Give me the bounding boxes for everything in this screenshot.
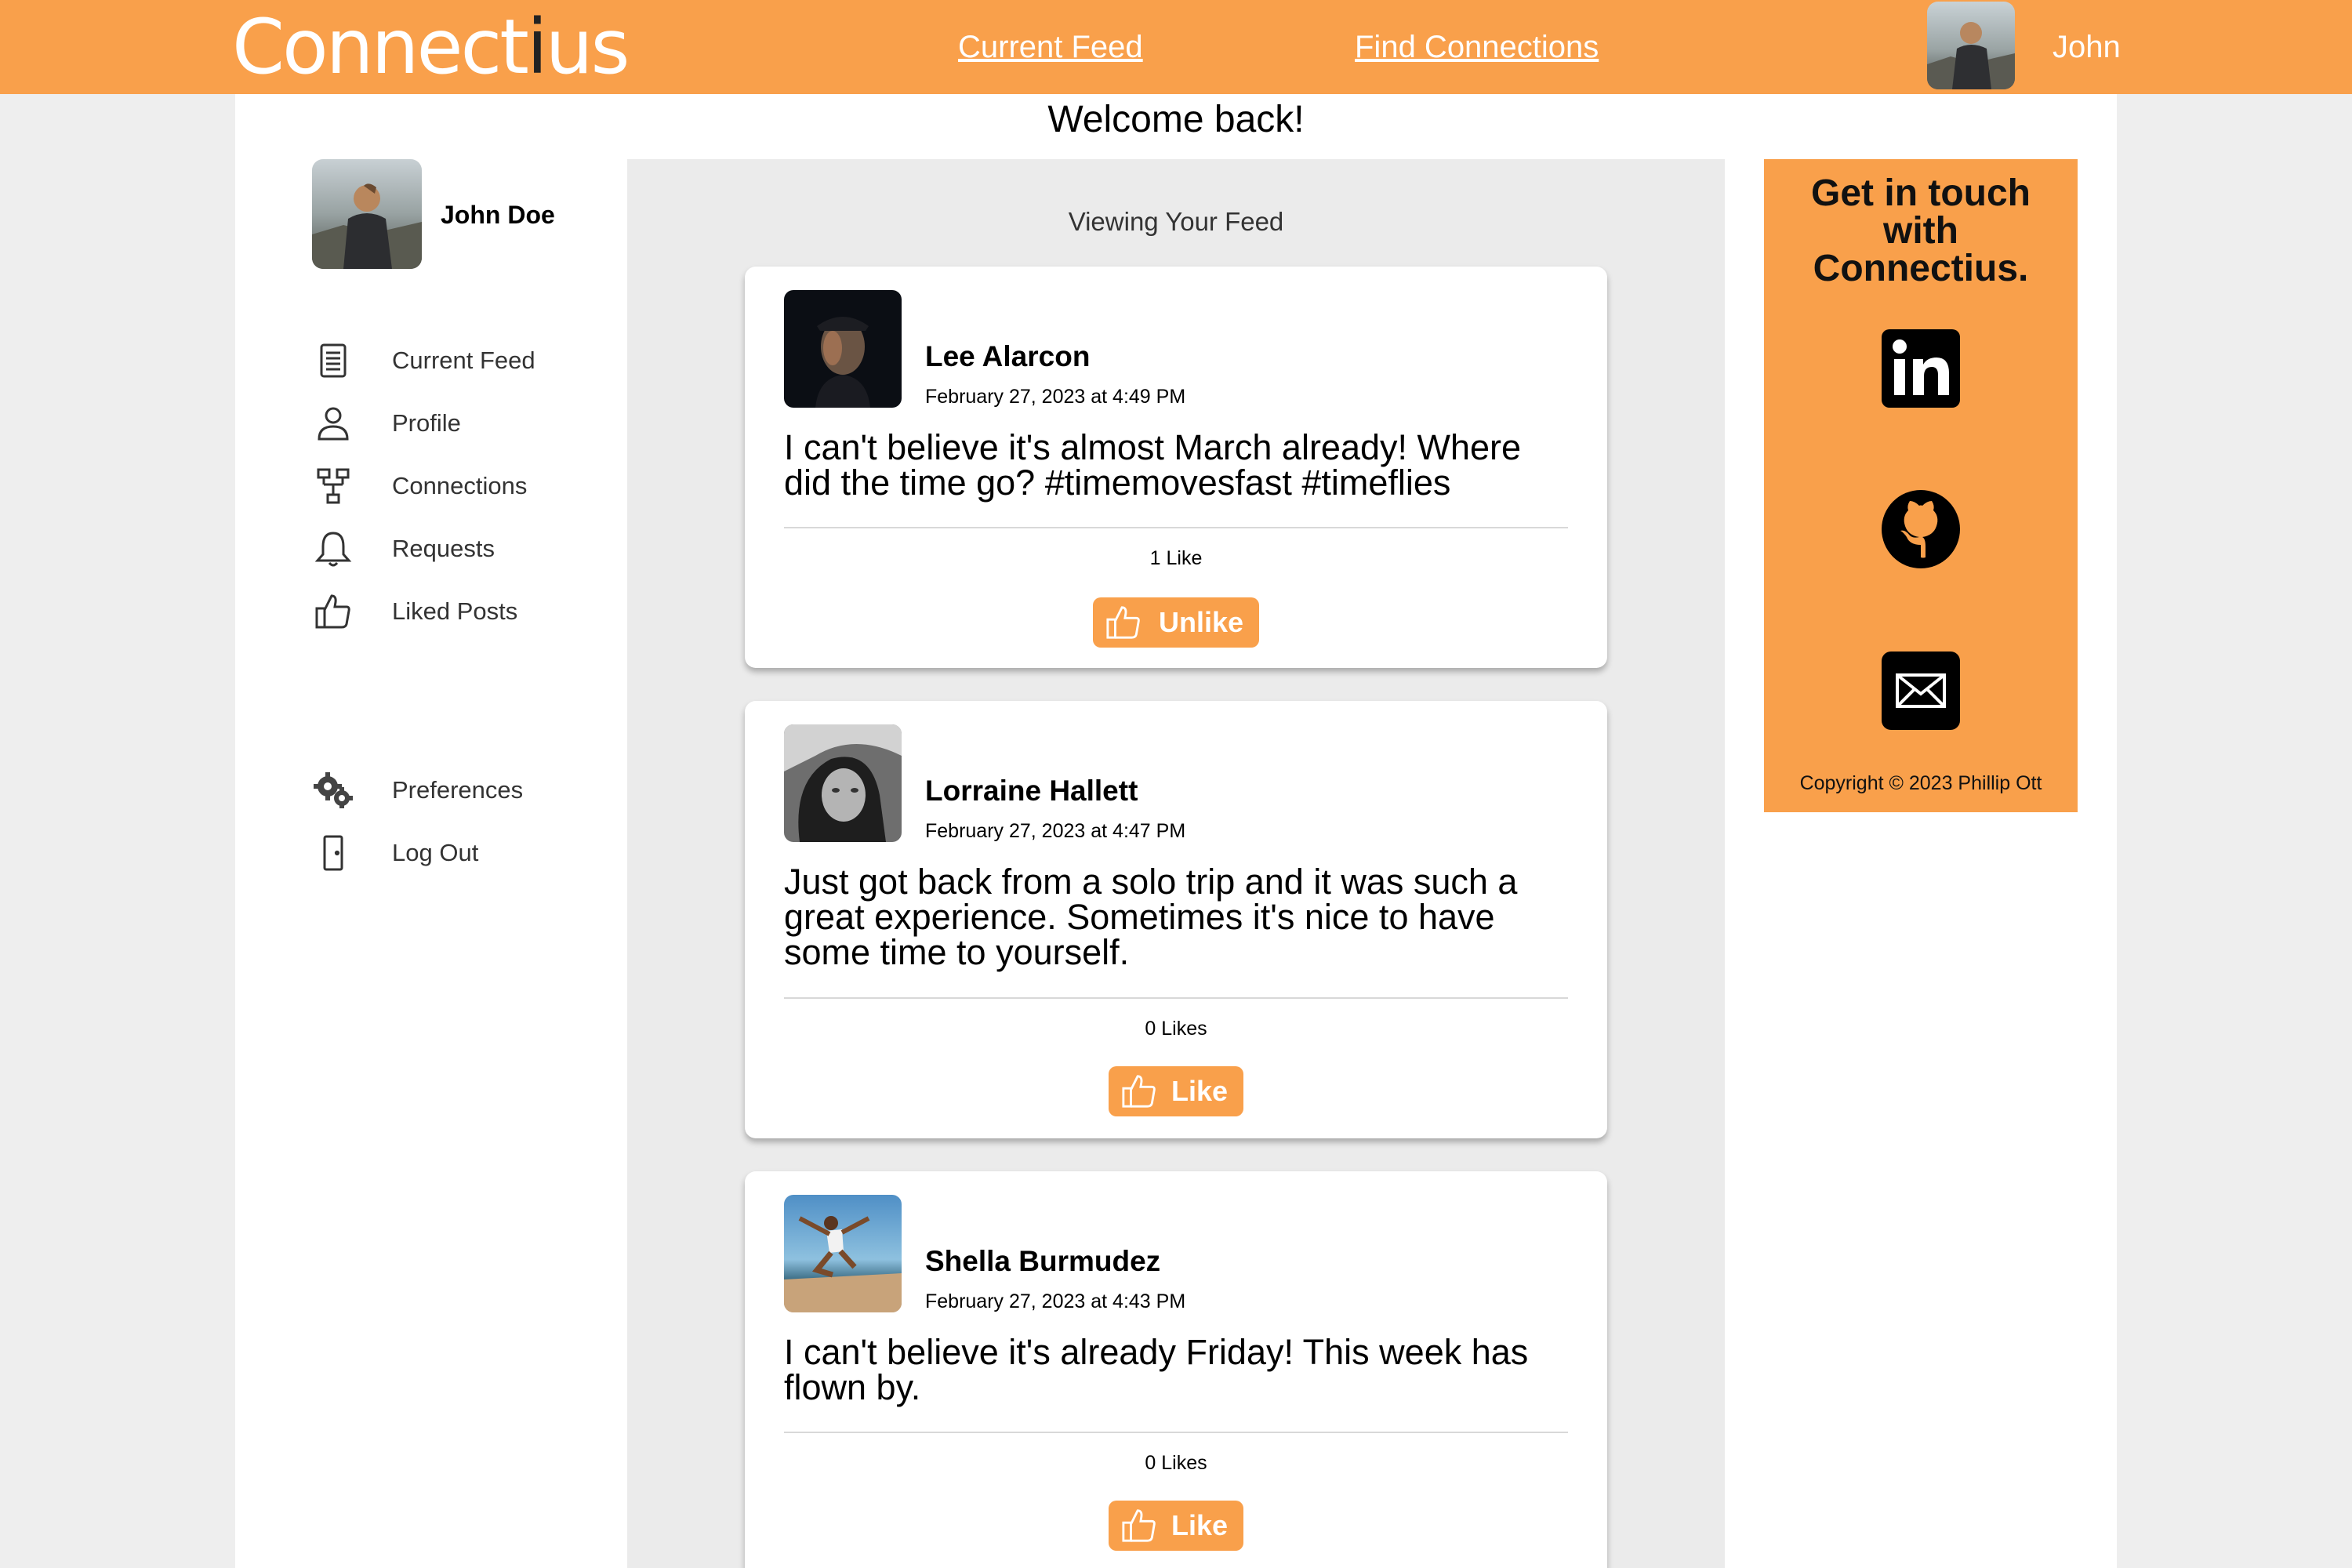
nav-current-feed[interactable]: Current Feed: [958, 27, 1143, 67]
sidebar-item-label: Connections: [392, 472, 528, 499]
unlike-button[interactable]: Unlike: [1093, 597, 1259, 648]
divider: [784, 997, 1568, 999]
sidebar-item-label: Requests: [392, 535, 495, 562]
post-card: Lorraine Hallett February 27, 2023 at 4:…: [745, 701, 1607, 1138]
gears-icon: [312, 769, 354, 811]
feed-panel: Viewing Your Feed Lee Alarcon February 2…: [627, 159, 1725, 1568]
post-author-name[interactable]: Lee Alarcon: [925, 339, 1090, 375]
logo[interactable]: Connectius: [232, 3, 630, 91]
github-icon[interactable]: [1882, 490, 1960, 568]
sidebar-item-preferences[interactable]: Preferences: [312, 768, 594, 812]
bell-icon: [312, 528, 354, 570]
sidebar-item-profile[interactable]: Profile: [312, 401, 594, 445]
sidebar-item-current-feed[interactable]: Current Feed: [312, 339, 594, 383]
sidebar-item-label: Liked Posts: [392, 597, 518, 625]
button-label: Like: [1171, 1509, 1228, 1541]
post-author-avatar[interactable]: [784, 724, 902, 842]
sidebar-item-requests[interactable]: Requests: [312, 527, 594, 571]
sidebar-item-log-out[interactable]: Log Out: [312, 831, 594, 875]
divider: [784, 527, 1568, 528]
thumbs-up-icon: [1122, 1075, 1156, 1108]
like-count: 0 Likes: [1145, 1452, 1207, 1474]
like-count: 1 Like: [1149, 547, 1203, 569]
post-author-avatar[interactable]: [784, 290, 902, 408]
sidebar-item-connections[interactable]: Connections: [312, 464, 594, 508]
post-date: February 27, 2023 at 4:47 PM: [925, 820, 1186, 842]
post-author-name[interactable]: Lorraine Hallett: [925, 773, 1138, 809]
post-body: I can't believe it's already Friday! Thi…: [784, 1332, 1529, 1407]
profile-avatar[interactable]: [312, 159, 422, 269]
thumbs-up-icon: [312, 590, 354, 633]
user-avatar[interactable]: [1927, 2, 2015, 89]
user-icon: [312, 402, 354, 445]
thumbs-up-icon: [1106, 606, 1140, 639]
sidebar-item-label: Log Out: [392, 839, 479, 866]
post-card: Lee Alarcon February 27, 2023 at 4:49 PM…: [745, 267, 1607, 668]
mail-icon[interactable]: [1882, 652, 1960, 730]
door-icon: [312, 832, 354, 874]
nav-find-connections[interactable]: Find Connections: [1355, 27, 1599, 67]
post-date: February 27, 2023 at 4:49 PM: [925, 386, 1186, 408]
post-author-name[interactable]: Shella Burmudez: [925, 1243, 1160, 1279]
top-bar: Connectius Current Feed Find Connections…: [0, 0, 2352, 94]
post-body: Just got back from a solo trip and it wa…: [784, 862, 1518, 972]
sidebar-item-liked-posts[interactable]: Liked Posts: [312, 590, 594, 633]
newspaper-icon: [312, 339, 354, 382]
network-icon: [312, 465, 354, 507]
post-author-avatar[interactable]: [784, 1195, 902, 1312]
contact-panel: Get in touch with Connectius. Copyright …: [1764, 159, 2078, 812]
profile-name[interactable]: John Doe: [441, 199, 555, 230]
welcome-heading: Welcome back!: [1047, 99, 1305, 140]
like-button[interactable]: Like: [1109, 1066, 1243, 1116]
sidebar-item-label: Current Feed: [392, 347, 535, 374]
like-button[interactable]: Like: [1109, 1501, 1243, 1551]
post-body: I can't believe it's almost March alread…: [784, 427, 1522, 503]
feed-title: Viewing Your Feed: [1068, 207, 1284, 236]
button-label: Like: [1171, 1075, 1228, 1107]
copyright: Copyright © 2023 Phillip Ott: [1799, 772, 2042, 794]
thumbs-up-icon: [1122, 1509, 1156, 1542]
post-date: February 27, 2023 at 4:43 PM: [925, 1290, 1186, 1312]
like-count: 0 Likes: [1145, 1018, 1207, 1040]
sidebar-item-label: Profile: [392, 409, 461, 437]
contact-title: Get in touch with Connectius.: [1811, 172, 2031, 289]
post-card: Shella Burmudez February 27, 2023 at 4:4…: [745, 1171, 1607, 1568]
divider: [784, 1432, 1568, 1433]
user-name[interactable]: John: [2053, 27, 2121, 67]
linkedin-icon[interactable]: [1882, 329, 1960, 408]
sidebar-item-label: Preferences: [392, 776, 524, 804]
button-label: Unlike: [1158, 606, 1243, 638]
